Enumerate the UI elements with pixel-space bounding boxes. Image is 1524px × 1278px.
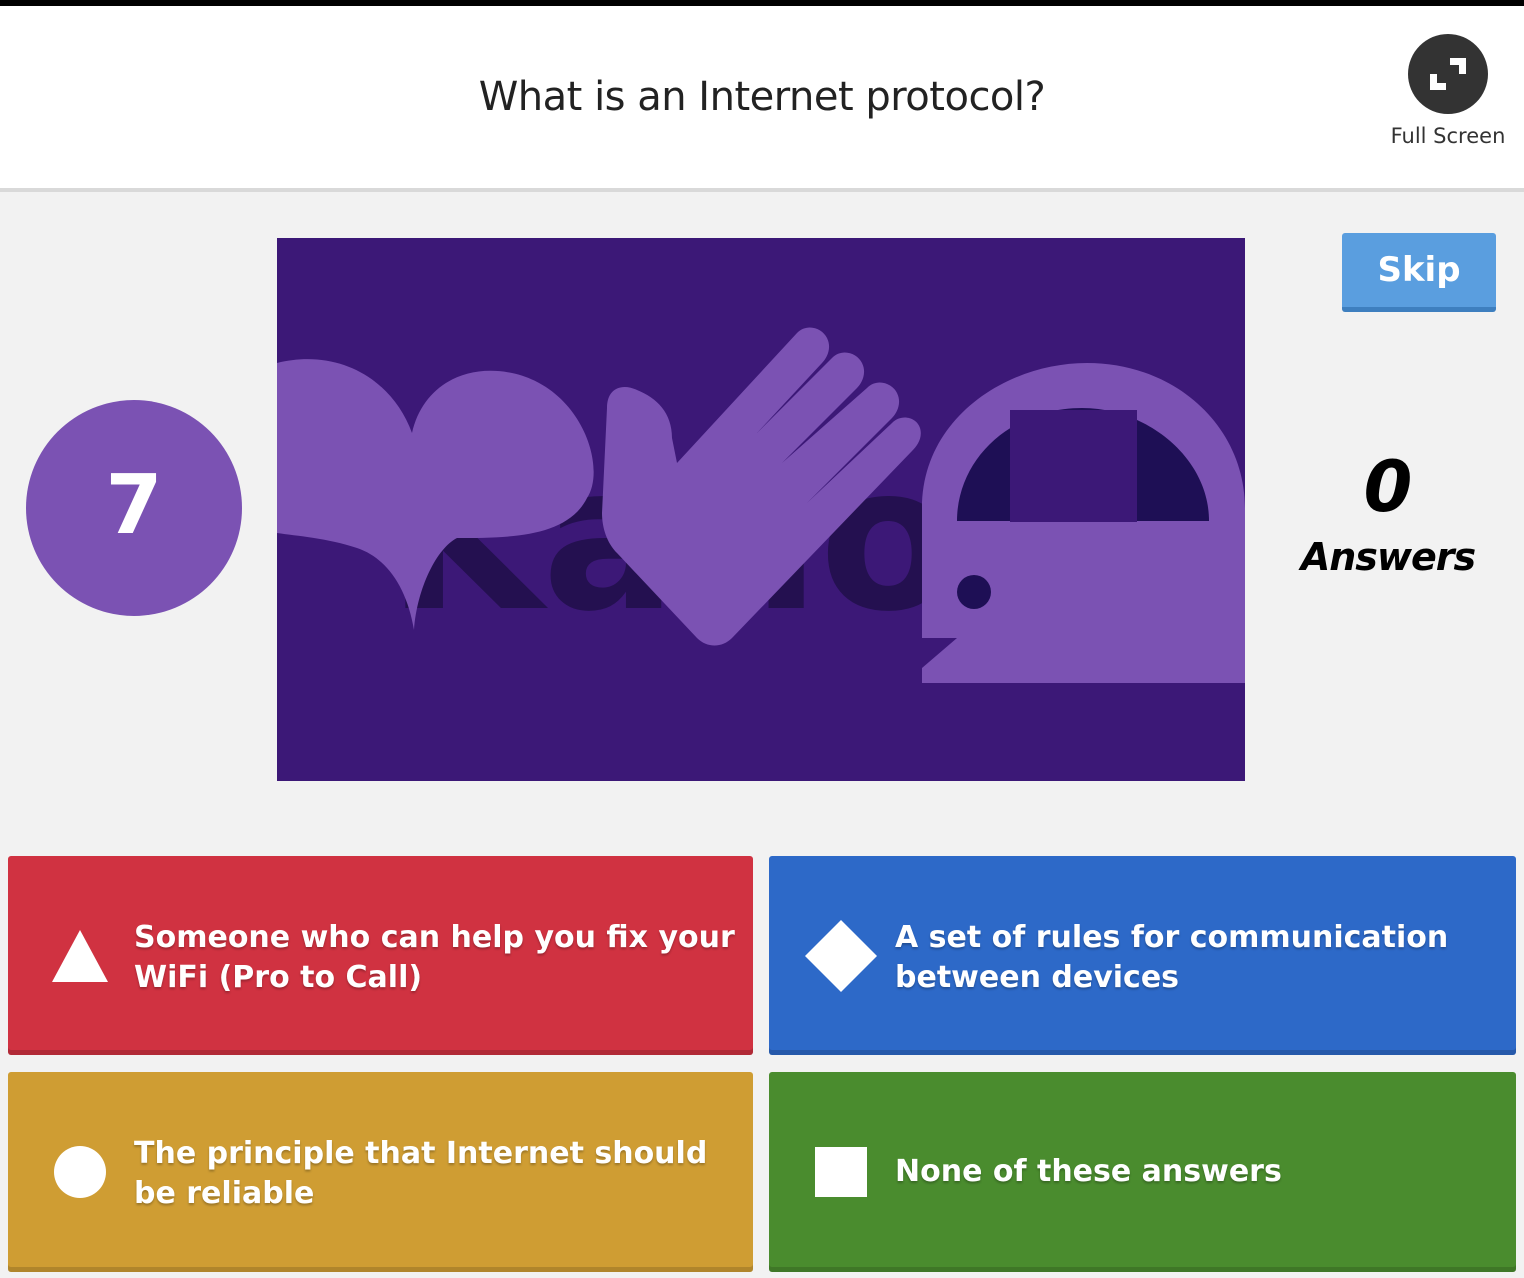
skip-button[interactable]: Skip	[1342, 233, 1496, 312]
fullscreen-label: Full Screen	[1390, 124, 1506, 148]
answer-text: Someone who can help you fix your WiFi (…	[134, 920, 735, 995]
answer-option-circle[interactable]: The principle that Internet should be re…	[8, 1072, 753, 1272]
triangle-icon	[52, 930, 108, 982]
answers-label: Answers	[1300, 535, 1476, 579]
answer-text: A set of rules for communication between…	[895, 920, 1449, 995]
timer-badge: 7	[26, 400, 242, 616]
diamond-icon	[805, 920, 877, 992]
speech-bubble-icon	[922, 363, 1245, 683]
question-header: What is an Internet protocol? Full Scree…	[0, 6, 1524, 192]
answer-option-square[interactable]: None of these answers	[769, 1072, 1516, 1272]
question-media: Kahoot	[277, 238, 1245, 781]
question-title: What is an Internet protocol?	[478, 74, 1046, 120]
square-icon	[815, 1147, 867, 1197]
answer-option-diamond[interactable]: A set of rules for communication between…	[769, 856, 1516, 1055]
answer-text: None of these answers	[895, 1154, 1282, 1189]
answer-option-triangle[interactable]: Someone who can help you fix your WiFi (…	[8, 856, 753, 1055]
fullscreen-button[interactable]	[1408, 34, 1488, 114]
answer-text: The principle that Internet should be re…	[134, 1136, 708, 1211]
circle-icon	[54, 1146, 106, 1198]
expand-icon	[1430, 58, 1466, 90]
answers-count: 0	[1363, 446, 1413, 528]
timer-value: 7	[105, 458, 163, 553]
